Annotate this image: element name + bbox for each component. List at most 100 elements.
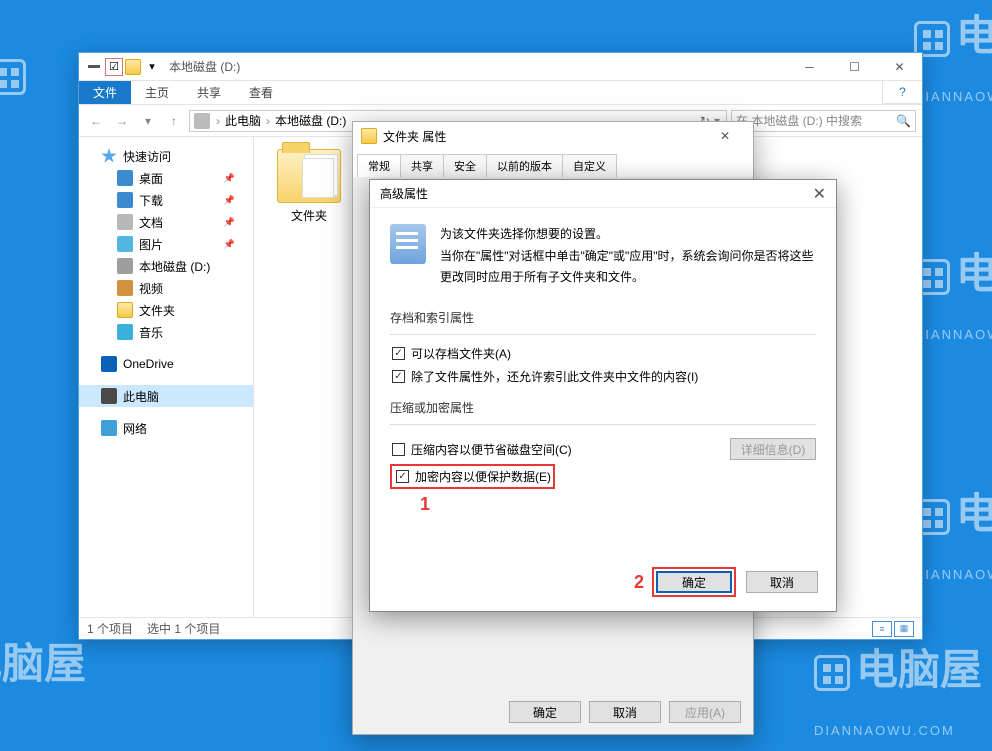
onedrive-icon xyxy=(101,356,117,372)
check-icon xyxy=(392,443,405,456)
folder-icon xyxy=(125,59,141,75)
tab-general[interactable]: 常规 xyxy=(357,154,401,177)
folder-large-icon xyxy=(277,149,341,203)
history-button[interactable]: ▾ xyxy=(137,110,159,132)
documents-icon xyxy=(117,214,133,230)
drive-icon xyxy=(117,258,133,274)
highlight-ok: 确定 xyxy=(652,567,736,597)
check-icon: ✓ xyxy=(392,370,405,383)
group-compress-title: 压缩或加密属性 xyxy=(390,399,816,416)
music-icon xyxy=(117,324,133,340)
properties-tabs: 常规 共享 安全 以前的版本 自定义 xyxy=(353,150,753,177)
check-icon: ✓ xyxy=(396,470,409,483)
checkbox-archive[interactable]: ✓可以存档文件夹(A) xyxy=(390,345,816,362)
star-icon xyxy=(101,148,117,164)
sidebar-documents[interactable]: 文档📌 xyxy=(79,211,253,233)
advanced-attributes-dialog: 高级属性 ✕ 为该文件夹选择你想要的设置。 当你在"属性"对话框中单击"确定"或… xyxy=(369,179,837,612)
sidebar: 快速访问 桌面📌 下载📌 文档📌 图片📌 本地磁盘 (D:) 视频 文件夹 音乐… xyxy=(79,137,254,617)
pc-icon xyxy=(101,388,117,404)
folder-label: 文件夹 xyxy=(266,207,352,224)
sidebar-folder[interactable]: 文件夹 xyxy=(79,299,253,321)
checkbox-encrypt[interactable]: ✓加密内容以便保护数据(E) xyxy=(394,468,551,485)
pictures-icon xyxy=(117,236,133,252)
settings-icon xyxy=(390,224,426,264)
maximize-button[interactable]: ☐ xyxy=(832,53,877,81)
sidebar-downloads[interactable]: 下载📌 xyxy=(79,189,253,211)
sidebar-drive-d[interactable]: 本地磁盘 (D:) xyxy=(79,255,253,277)
close-button[interactable]: ✕ xyxy=(877,53,922,81)
view-icons-button[interactable]: ▦ xyxy=(894,621,914,637)
watermark-url: DIANNAOWU.COM xyxy=(914,89,992,104)
tab-share[interactable]: 共享 xyxy=(183,81,235,104)
check-icon: ✓ xyxy=(392,347,405,360)
watermark-brand: 电脑屋 xyxy=(956,12,992,59)
checkbox-compress[interactable]: 压缩内容以便节省磁盘空间(C) xyxy=(390,441,572,458)
ok-button[interactable]: 确定 xyxy=(509,701,581,723)
back-button[interactable]: ← xyxy=(85,110,107,132)
advanced-title: 高级属性 xyxy=(380,185,428,202)
pin-icon: 📌 xyxy=(224,173,235,184)
pin-icon: 📌 xyxy=(224,217,235,228)
tab-custom[interactable]: 自定义 xyxy=(562,154,617,177)
qat-dropdown-icon[interactable]: ▾ xyxy=(143,58,161,76)
ribbon: 文件 主页 共享 查看 ? xyxy=(79,81,922,105)
sidebar-pictures[interactable]: 图片📌 xyxy=(79,233,253,255)
close-button[interactable]: ✕ xyxy=(705,129,745,143)
cancel-button[interactable]: 取消 xyxy=(589,701,661,723)
search-placeholder: 在 本地磁盘 (D:) 中搜索 xyxy=(736,112,862,129)
downloads-icon xyxy=(117,192,133,208)
sidebar-network[interactable]: 网络 xyxy=(79,417,253,439)
sidebar-onedrive[interactable]: OneDrive xyxy=(79,353,253,375)
search-input[interactable]: 在 本地磁盘 (D:) 中搜索 🔍 xyxy=(731,110,916,132)
apply-button[interactable]: 应用(A) xyxy=(669,701,741,723)
status-selected: 选中 1 个项目 xyxy=(147,620,220,637)
qat-checkbox-icon[interactable]: ☑ xyxy=(105,58,123,76)
crumb-drive[interactable]: 本地磁盘 (D:) xyxy=(272,112,349,129)
window-title: 本地磁盘 (D:) xyxy=(169,58,240,75)
search-icon[interactable]: 🔍 xyxy=(896,114,911,128)
forward-button[interactable]: → xyxy=(111,110,133,132)
advanced-titlebar[interactable]: 高级属性 ✕ xyxy=(370,180,836,208)
details-button[interactable]: 详细信息(D) xyxy=(730,438,816,460)
ok-button[interactable]: 确定 xyxy=(656,571,732,593)
status-count: 1 个项目 xyxy=(87,620,133,637)
sidebar-quick-access[interactable]: 快速访问 xyxy=(79,145,253,167)
videos-icon xyxy=(117,280,133,296)
sidebar-thispc[interactable]: 此电脑 xyxy=(79,385,253,407)
properties-titlebar[interactable]: 文件夹 属性 ✕ xyxy=(353,122,753,150)
crumb-thispc[interactable]: 此电脑 xyxy=(222,112,264,129)
tab-view[interactable]: 查看 xyxy=(235,81,287,104)
drive-icon xyxy=(194,113,210,129)
help-button[interactable]: ? xyxy=(882,81,922,104)
checkbox-index[interactable]: ✓除了文件属性外，还允许索引此文件夹中文件的内容(I) xyxy=(390,368,816,385)
group-archive-title: 存档和索引属性 xyxy=(390,309,816,326)
advanced-line1: 为该文件夹选择你想要的设置。 xyxy=(440,224,816,246)
folder-item[interactable]: 文件夹 xyxy=(266,149,352,224)
tab-home[interactable]: 主页 xyxy=(131,81,183,104)
up-button[interactable]: ↑ xyxy=(163,110,185,132)
cancel-button[interactable]: 取消 xyxy=(746,571,818,593)
annotation-2: 2 xyxy=(634,572,644,593)
desktop-icon xyxy=(117,170,133,186)
close-button[interactable]: ✕ xyxy=(813,184,826,204)
folder-icon xyxy=(361,128,377,144)
view-details-button[interactable]: ≡ xyxy=(872,621,892,637)
properties-title: 文件夹 属性 xyxy=(383,128,446,145)
minimize-button[interactable]: ─ xyxy=(787,53,832,81)
tab-file[interactable]: 文件 xyxy=(79,81,131,104)
sidebar-music[interactable]: 音乐 xyxy=(79,321,253,343)
annotation-1: 1 xyxy=(420,494,430,515)
tab-previous[interactable]: 以前的版本 xyxy=(486,154,563,177)
pin-icon: 📌 xyxy=(224,239,235,250)
sidebar-desktop[interactable]: 桌面📌 xyxy=(79,167,253,189)
folder-icon xyxy=(117,302,133,318)
pin-icon: 📌 xyxy=(224,195,235,206)
qat-icon xyxy=(85,58,103,76)
network-icon xyxy=(101,420,117,436)
tab-security[interactable]: 安全 xyxy=(443,154,487,177)
sidebar-videos[interactable]: 视频 xyxy=(79,277,253,299)
titlebar[interactable]: ☑ ▾ 本地磁盘 (D:) ─ ☐ ✕ xyxy=(79,53,922,81)
tab-share[interactable]: 共享 xyxy=(400,154,444,177)
advanced-line2: 当你在"属性"对话框中单击"确定"或"应用"时，系统会询问你是否将这些更改同时应… xyxy=(440,246,816,289)
highlight-encrypt: ✓加密内容以便保护数据(E) xyxy=(390,464,555,489)
